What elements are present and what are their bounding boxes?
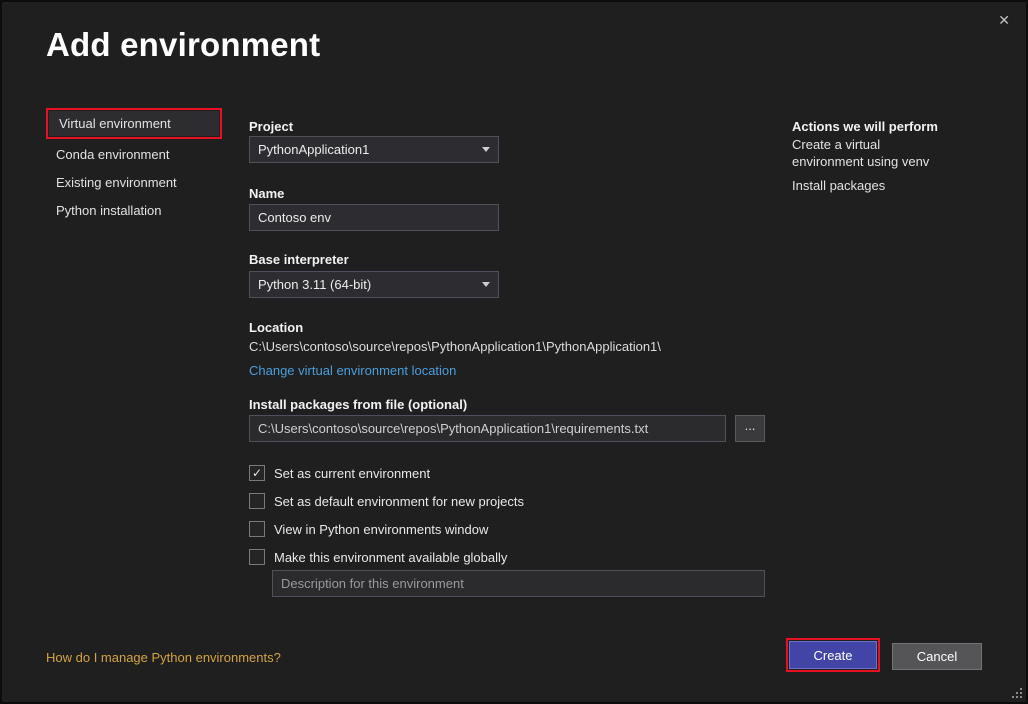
project-dropdown[interactable]: PythonApplication1 [249, 136, 499, 163]
resize-grip-icon[interactable] [1012, 688, 1023, 699]
create-highlight: Create [786, 638, 880, 672]
sidebar-item-label: Existing environment [56, 175, 177, 190]
add-environment-dialog: ✕ Add environment Virtual environment Co… [0, 0, 1028, 704]
checkbox-label: Set as default environment for new proje… [274, 494, 524, 509]
name-input[interactable] [249, 204, 499, 231]
install-packages-label: Install packages from file (optional) [249, 397, 467, 412]
base-interpreter-dropdown-value: Python 3.11 (64-bit) [258, 277, 371, 292]
checkbox-label: View in Python environments window [274, 522, 488, 537]
chevron-down-icon [482, 147, 490, 152]
sidebar-item-virtual-environment[interactable]: Virtual environment [49, 111, 219, 136]
checkbox-unchecked-icon[interactable] [249, 493, 265, 509]
sidebar-item-label: Conda environment [56, 147, 169, 162]
checkbox-set-default-environment[interactable]: Set as default environment for new proje… [249, 493, 524, 509]
dialog-title: Add environment [46, 26, 320, 64]
change-location-link[interactable]: Change virtual environment location [249, 363, 456, 378]
checkbox-view-in-environments-window[interactable]: View in Python environments window [249, 521, 488, 537]
project-label: Project [249, 119, 293, 134]
checkbox-checked-icon[interactable]: ✓ [249, 465, 265, 481]
close-icon[interactable]: ✕ [998, 13, 1010, 27]
sidebar-item-existing-environment[interactable]: Existing environment [46, 170, 231, 195]
sidebar-item-label: Virtual environment [59, 116, 171, 131]
location-path: C:\Users\contoso\source\repos\PythonAppl… [249, 339, 661, 354]
actions-panel-title: Actions we will perform [792, 119, 954, 134]
checkbox-label: Make this environment available globally [274, 550, 507, 565]
location-label: Location [249, 320, 303, 335]
description-input[interactable] [272, 570, 765, 597]
browse-button[interactable]: ... [735, 415, 765, 442]
checkbox-set-current-environment[interactable]: ✓ Set as current environment [249, 465, 430, 481]
python-environments-help-link[interactable]: How do I manage Python environments? [46, 650, 281, 665]
chevron-down-icon [482, 282, 490, 287]
checkbox-label: Set as current environment [274, 466, 430, 481]
project-dropdown-value: PythonApplication1 [258, 142, 369, 157]
checkbox-unchecked-icon[interactable] [249, 521, 265, 537]
actions-panel: Actions we will perform Create a virtual… [792, 119, 954, 195]
actions-panel-item: Create a virtual environment using venv [792, 137, 954, 171]
name-label: Name [249, 186, 284, 201]
cancel-button[interactable]: Cancel [892, 643, 982, 670]
checkbox-unchecked-icon[interactable] [249, 549, 265, 565]
sidebar-item-conda-environment[interactable]: Conda environment [46, 142, 231, 167]
sidebar-item-python-installation[interactable]: Python installation [46, 198, 231, 223]
create-button[interactable]: Create [789, 641, 877, 669]
actions-panel-item: Install packages [792, 178, 954, 195]
checkbox-make-available-globally[interactable]: Make this environment available globally [249, 549, 507, 565]
sidebar-item-label: Python installation [56, 203, 162, 218]
requirements-path-input[interactable] [249, 415, 726, 442]
base-interpreter-label: Base interpreter [249, 252, 349, 267]
selection-highlight: Virtual environment [46, 108, 222, 139]
sidebar: Virtual environment Conda environment Ex… [46, 108, 231, 223]
base-interpreter-dropdown[interactable]: Python 3.11 (64-bit) [249, 271, 499, 298]
